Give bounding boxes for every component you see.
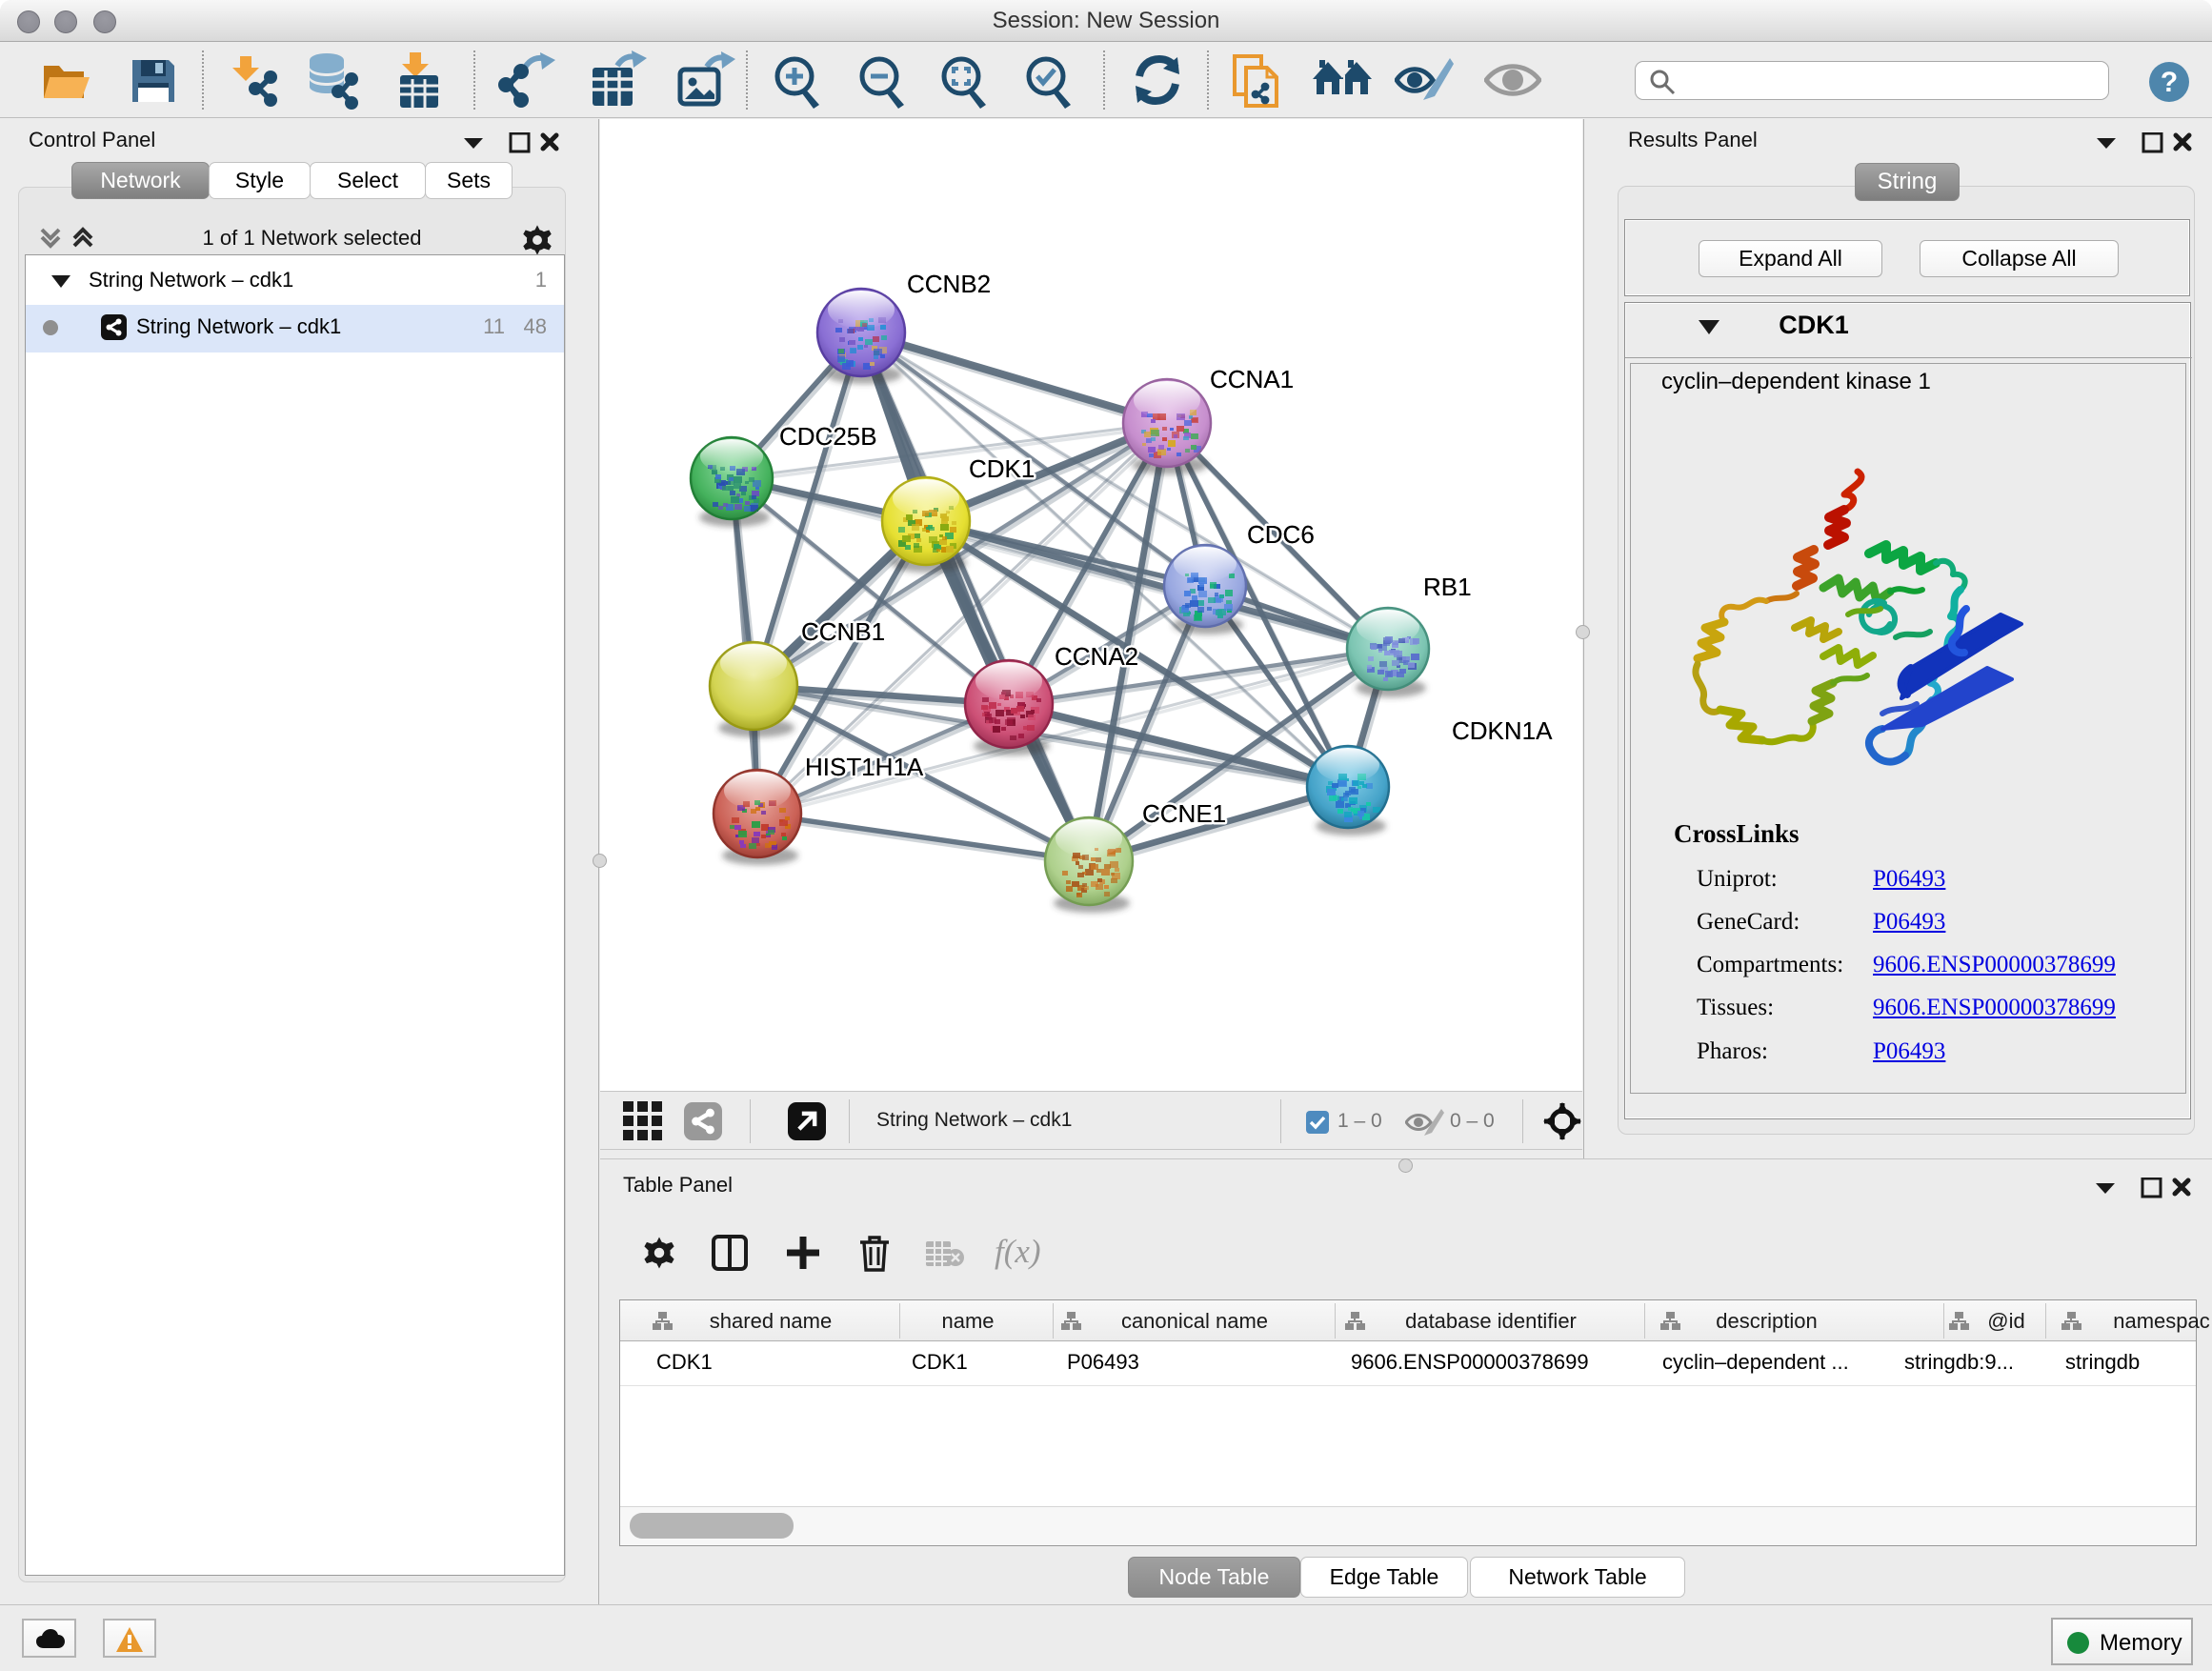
svg-text:CDC25B: CDC25B xyxy=(779,422,877,451)
svg-text:RB1: RB1 xyxy=(1423,573,1472,601)
svg-text:?: ? xyxy=(2161,67,2178,98)
svg-text:CDK1: CDK1 xyxy=(969,454,1035,483)
svg-text:HIST1H1A: HIST1H1A xyxy=(805,753,924,781)
svg-text:CCNB1: CCNB1 xyxy=(801,617,885,646)
svg-text:CCNE1: CCNE1 xyxy=(1142,799,1226,828)
svg-text:CDC6: CDC6 xyxy=(1247,520,1315,549)
svg-text:CCNA2: CCNA2 xyxy=(1055,642,1138,671)
svg-text:CCNB2: CCNB2 xyxy=(907,270,991,298)
svg-text:CCNA1: CCNA1 xyxy=(1210,365,1294,393)
svg-text:CDKN1A: CDKN1A xyxy=(1452,716,1553,745)
